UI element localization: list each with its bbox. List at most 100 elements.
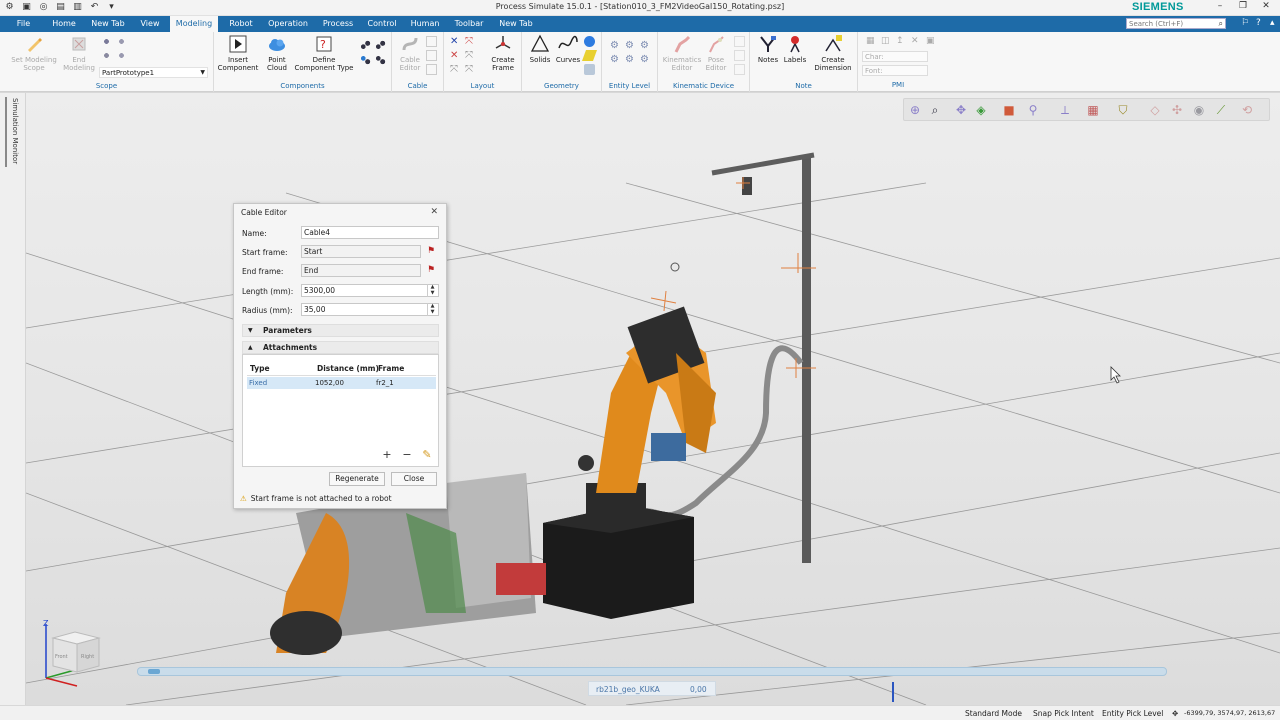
- zoom-to-fit-icon[interactable]: ⊕: [908, 103, 922, 117]
- tab-view[interactable]: View: [136, 16, 164, 32]
- kinematic-tool-icon[interactable]: [734, 50, 745, 61]
- layout-tool-icon[interactable]: ⤧: [465, 36, 476, 47]
- radius-stepper[interactable]: ▲ ▼: [427, 303, 437, 316]
- close-button[interactable]: Close: [391, 472, 437, 486]
- filter-icon[interactable]: ⛉: [1116, 103, 1130, 117]
- section-icon[interactable]: ⟂: [1058, 103, 1072, 117]
- create-frame-button[interactable]: Create Frame: [486, 34, 520, 72]
- name-field[interactable]: Cable4: [301, 226, 439, 239]
- geometry-tool-icon[interactable]: [584, 64, 595, 75]
- pmi-char-field[interactable]: Char:: [862, 51, 928, 62]
- solids-button[interactable]: Solids: [526, 34, 554, 64]
- pick-icon[interactable]: ⚲: [1026, 103, 1040, 117]
- render-mode-icon[interactable]: ■: [1002, 103, 1016, 117]
- layout-tool-icon[interactable]: ✕: [450, 36, 461, 47]
- scope-tool-icon[interactable]: [116, 36, 127, 47]
- radius-field[interactable]: 35,00: [301, 303, 439, 316]
- measure-icon[interactable]: ✣: [1170, 103, 1184, 117]
- zoom-icon[interactable]: ⌕: [928, 103, 942, 117]
- tab-new-tab[interactable]: New Tab: [86, 16, 130, 32]
- kinematic-tool-icon[interactable]: [734, 64, 745, 75]
- color-icon[interactable]: ◇: [1148, 103, 1162, 117]
- kinematic-tool-icon[interactable]: [734, 36, 745, 47]
- tab-toolbar[interactable]: Toolbar: [450, 16, 488, 32]
- entity-tool-icon[interactable]: ⚙: [640, 54, 651, 65]
- scope-tool-icon[interactable]: [101, 50, 112, 61]
- tab-control[interactable]: Control: [364, 16, 400, 32]
- parameters-section-header[interactable]: ▼ Parameters: [242, 324, 439, 337]
- navigation-cube[interactable]: Z Y Front Right: [41, 620, 101, 688]
- pick-frame-icon[interactable]: ⚑: [425, 245, 437, 257]
- tab-file[interactable]: File: [0, 16, 47, 32]
- simulation-timeline[interactable]: [137, 667, 1167, 676]
- pmi-tool-icon[interactable]: ▦: [866, 36, 877, 47]
- length-stepper[interactable]: ▲ ▼: [427, 284, 437, 297]
- component-tool-icon[interactable]: [375, 40, 386, 51]
- notes-button[interactable]: Notes: [756, 34, 780, 64]
- restore-button[interactable]: ❐: [1236, 1, 1250, 11]
- close-window-button[interactable]: ✕: [1259, 1, 1273, 11]
- cable-tool-icon[interactable]: [426, 36, 437, 47]
- tab-operation[interactable]: Operation: [264, 16, 312, 32]
- create-dimension-button[interactable]: Create Dimension: [810, 34, 856, 72]
- pmi-tool-icon[interactable]: ▣: [926, 36, 937, 47]
- kinematics-editor-button[interactable]: Kinematics Editor: [662, 34, 702, 72]
- geometry-tool-icon[interactable]: [581, 50, 598, 61]
- component-tool-icon[interactable]: [360, 40, 371, 51]
- ruler-icon[interactable]: ⟋: [1214, 103, 1228, 117]
- tab-human[interactable]: Human: [406, 16, 444, 32]
- geometry-tool-icon[interactable]: [584, 36, 595, 47]
- cable-tool-icon[interactable]: [426, 64, 437, 75]
- layout-tool-icon[interactable]: ⤧: [465, 64, 476, 75]
- entity-tool-icon[interactable]: ⚙: [625, 40, 636, 51]
- graphic-viewer[interactable]: [26, 93, 1280, 705]
- layout-tool-icon[interactable]: ⤧: [450, 64, 461, 75]
- length-field[interactable]: 5300,00: [301, 284, 439, 297]
- help-icon[interactable]: ?: [1256, 18, 1261, 28]
- pose-editor-button[interactable]: Pose Editor: [702, 34, 730, 72]
- regenerate-button[interactable]: Regenerate: [329, 472, 385, 486]
- tab-robot[interactable]: Robot: [224, 16, 258, 32]
- settings-icon[interactable]: ⟲: [1240, 103, 1254, 117]
- simulation-monitor-tab[interactable]: Simulation Monitor: [11, 98, 19, 164]
- start-frame-field[interactable]: Start: [301, 245, 421, 258]
- display-icon[interactable]: ▦: [1086, 103, 1100, 117]
- layout-tool-icon[interactable]: ✕: [450, 50, 461, 61]
- minimize-button[interactable]: –: [1213, 1, 1227, 11]
- pmi-tool-icon[interactable]: ◫: [881, 36, 892, 47]
- entity-tool-icon[interactable]: ⚙: [610, 54, 621, 65]
- component-tool-icon[interactable]: [360, 54, 371, 65]
- dialog-close-icon[interactable]: ✕: [430, 207, 438, 217]
- insert-component-button[interactable]: Insert Component: [216, 34, 260, 72]
- remove-attachment-icon[interactable]: −: [400, 448, 414, 462]
- part-select[interactable]: PartPrototype1 ▼: [99, 67, 208, 78]
- curves-button[interactable]: Curves: [554, 34, 582, 64]
- search-input[interactable]: Search (Ctrl+F) ⌕: [1126, 18, 1226, 29]
- end-frame-field[interactable]: End: [301, 264, 421, 277]
- status-pick-level[interactable]: Entity Pick Level: [1102, 709, 1163, 718]
- pmi-tool-icon[interactable]: ✕: [911, 36, 922, 47]
- set-modeling-scope-button[interactable]: Set Modeling Scope: [6, 34, 62, 72]
- pmi-tool-icon[interactable]: ↥: [896, 36, 907, 47]
- tab-process[interactable]: Process: [318, 16, 358, 32]
- end-modeling-button[interactable]: End Modeling: [62, 34, 96, 72]
- entity-tool-icon[interactable]: ⚙: [610, 40, 621, 51]
- entity-tool-icon[interactable]: ⚙: [640, 40, 651, 51]
- scope-tool-icon[interactable]: [101, 36, 112, 47]
- scope-tool-icon[interactable]: [116, 50, 127, 61]
- bell-icon[interactable]: ⚐: [1241, 18, 1249, 28]
- entity-tool-icon[interactable]: ⚙: [625, 54, 636, 65]
- define-component-type-button[interactable]: ? Define Component Type: [294, 34, 354, 72]
- point-cloud-button[interactable]: Point Cloud: [262, 34, 292, 72]
- view-cube-icon[interactable]: ◈: [974, 103, 988, 117]
- status-pick-intent[interactable]: Snap Pick Intent: [1033, 709, 1094, 718]
- tab-home[interactable]: Home: [48, 16, 80, 32]
- pan-icon[interactable]: ✥: [954, 103, 968, 117]
- tab-new-tab-2[interactable]: New Tab: [494, 16, 538, 32]
- status-mode[interactable]: Standard Mode: [965, 709, 1022, 718]
- snap-icon[interactable]: ◉: [1192, 103, 1206, 117]
- add-attachment-icon[interactable]: +: [380, 448, 394, 462]
- collapse-ribbon-icon[interactable]: ▴: [1270, 18, 1275, 28]
- component-tool-icon[interactable]: [375, 54, 386, 65]
- cable-tool-icon[interactable]: [426, 50, 437, 61]
